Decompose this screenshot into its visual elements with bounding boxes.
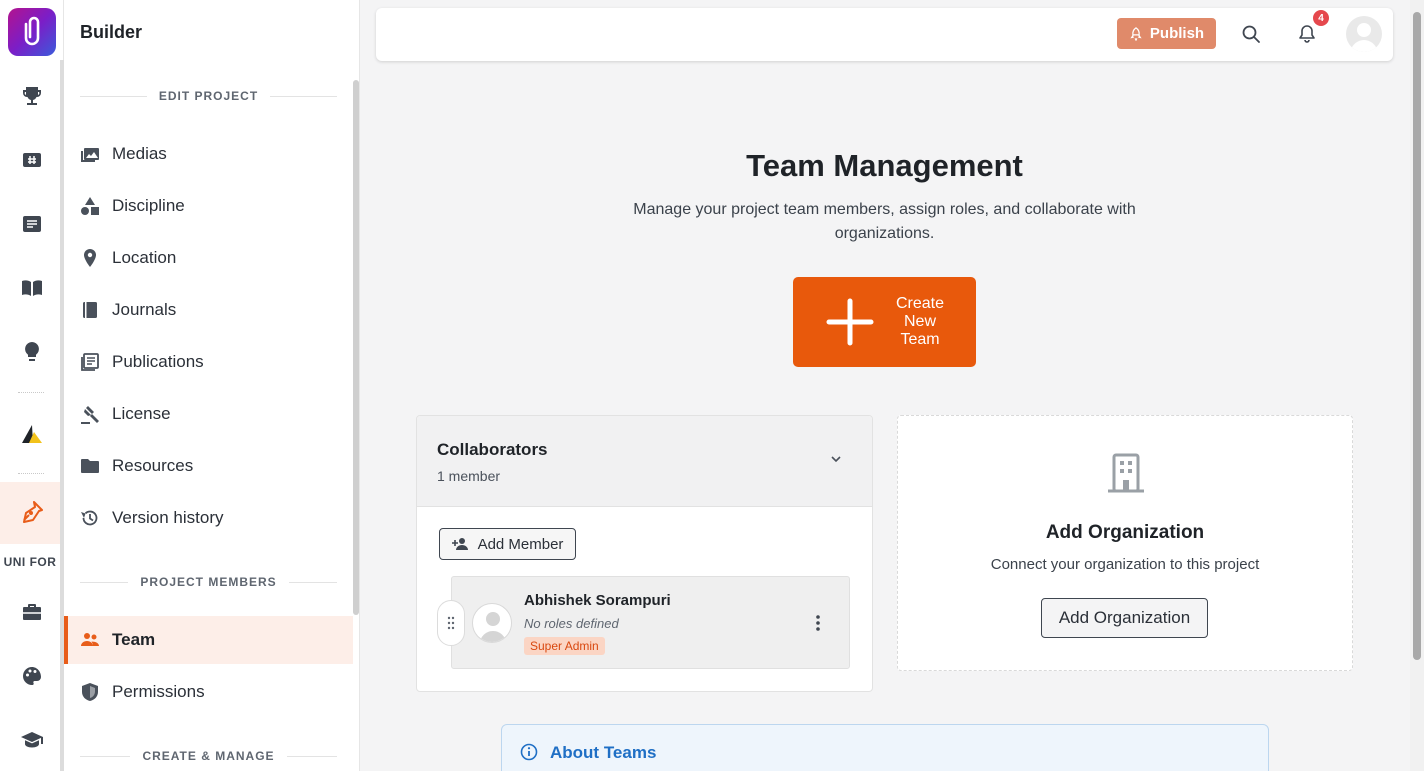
sidebar-item-version-history[interactable]: Version history — [64, 494, 353, 542]
trophy-icon[interactable] — [20, 84, 44, 108]
top-bar: Publish 4 — [376, 8, 1393, 61]
bell-icon[interactable] — [1297, 24, 1317, 44]
open-book-icon[interactable] — [20, 276, 44, 300]
team-card-header[interactable]: Collaborators 1 member — [417, 416, 872, 507]
pyramid-logo-icon[interactable] — [20, 422, 44, 446]
rocket-icon — [1130, 26, 1142, 41]
palette-icon[interactable] — [20, 664, 44, 688]
article-icon[interactable] — [20, 212, 44, 236]
page-title: Team Management — [746, 148, 1023, 183]
page-scrollbar[interactable] — [1410, 0, 1424, 771]
gavel-icon — [80, 404, 100, 424]
chevron-down-icon[interactable] — [829, 452, 843, 466]
sidebar-item-permissions[interactable]: Permissions — [64, 668, 353, 716]
side-panel: Builder EDIT PROJECT Medias Discipline L… — [64, 0, 360, 771]
panel-title: Builder — [80, 22, 143, 42]
add-member-label: Add Member — [477, 535, 564, 553]
sidebar-item-label: Publications — [112, 352, 204, 371]
team-member-count: 1 member — [437, 468, 501, 484]
sidebar-item-journals[interactable]: Journals — [64, 286, 353, 334]
image-icon — [80, 144, 100, 164]
panel-scrollbar[interactable] — [353, 80, 359, 615]
info-icon — [520, 743, 538, 761]
history-icon — [80, 508, 100, 528]
plus-icon — [826, 298, 874, 346]
add-organization-subtitle: Connect your organization to this projec… — [990, 556, 1260, 573]
add-organization-title: Add Organization — [1045, 522, 1205, 543]
team-name: Collaborators — [437, 440, 548, 459]
icon-rail: UNI FOR — [0, 0, 64, 771]
sidebar-item-team[interactable]: Team — [64, 616, 353, 664]
building-icon — [1108, 453, 1144, 493]
sidebar-item-label: Discipline — [112, 196, 185, 215]
sidebar-item-resources[interactable]: Resources — [64, 442, 353, 490]
about-teams-panel: About Teams — [501, 724, 1269, 771]
member-avatar — [472, 603, 512, 643]
member-roles: No roles defined — [524, 616, 619, 631]
publish-label: Publish — [1149, 25, 1205, 42]
rail-divider — [18, 392, 44, 393]
role-badge: Super Admin — [524, 637, 605, 655]
sidebar-item-license[interactable]: License — [64, 390, 353, 438]
add-member-button[interactable]: Add Member — [439, 528, 576, 560]
section-create-manage: CREATE & MANAGE — [80, 749, 337, 763]
more-vertical-icon[interactable] — [810, 613, 826, 633]
team-card: Collaborators 1 member Add Member Abhish… — [416, 415, 873, 692]
sidebar-item-location[interactable]: Location — [64, 234, 353, 282]
sidebar-item-publications[interactable]: Publications — [64, 338, 353, 386]
section-edit-project: EDIT PROJECT — [80, 89, 337, 103]
search-icon[interactable] — [1241, 24, 1261, 44]
drag-handle-icon[interactable] — [437, 600, 465, 646]
add-organization-card: Add Organization Connect your organizati… — [897, 415, 1353, 671]
book-icon — [80, 300, 100, 320]
member-name: Abhishek Sorampuri — [524, 592, 671, 609]
sidebar-item-label: Permissions — [112, 682, 205, 701]
location-pin-icon — [80, 248, 100, 268]
publish-button[interactable]: Publish — [1117, 18, 1216, 49]
sidebar-item-medias[interactable]: Medias — [64, 130, 353, 178]
sidebar-item-label: Location — [112, 248, 177, 267]
add-organization-button[interactable]: Add Organization — [1041, 598, 1208, 638]
user-avatar[interactable] — [1346, 16, 1382, 52]
sidebar-item-label: Version history — [112, 508, 224, 527]
shield-icon — [80, 682, 100, 702]
sidebar-item-label: Medias — [112, 144, 167, 163]
rail-divider — [18, 473, 44, 474]
notification-badge: 4 — [1313, 10, 1329, 26]
person-add-icon — [451, 538, 468, 550]
sidebar-item-discipline[interactable]: Discipline — [64, 182, 353, 230]
rail-section-label: UNI FOR — [3, 555, 57, 569]
member-row[interactable]: Abhishek Sorampuri No roles defined Supe… — [451, 576, 850, 669]
sidebar-item-label: License — [112, 404, 171, 423]
create-new-team-button[interactable]: Create New Team — [793, 277, 976, 367]
about-teams-title: About Teams — [550, 743, 657, 762]
page-subtitle: Manage your project team members, assign… — [633, 201, 1136, 242]
pen-nib-icon[interactable] — [20, 500, 44, 524]
folder-icon — [80, 456, 100, 476]
app-logo[interactable] — [8, 8, 56, 56]
newspaper-icon — [80, 352, 100, 372]
section-project-members: PROJECT MEMBERS — [80, 575, 337, 589]
hashtag-board-icon[interactable] — [20, 148, 44, 172]
shapes-icon — [80, 196, 100, 216]
graduation-cap-icon[interactable] — [20, 728, 44, 752]
create-new-team-label: Create New Team — [895, 295, 945, 348]
sidebar-item-label: Journals — [112, 300, 177, 319]
briefcase-icon[interactable] — [20, 600, 44, 624]
sidebar-item-label: Team — [112, 630, 156, 649]
lightbulb-icon[interactable] — [20, 340, 44, 364]
people-icon — [80, 630, 100, 650]
sidebar-item-label: Resources — [112, 456, 194, 475]
